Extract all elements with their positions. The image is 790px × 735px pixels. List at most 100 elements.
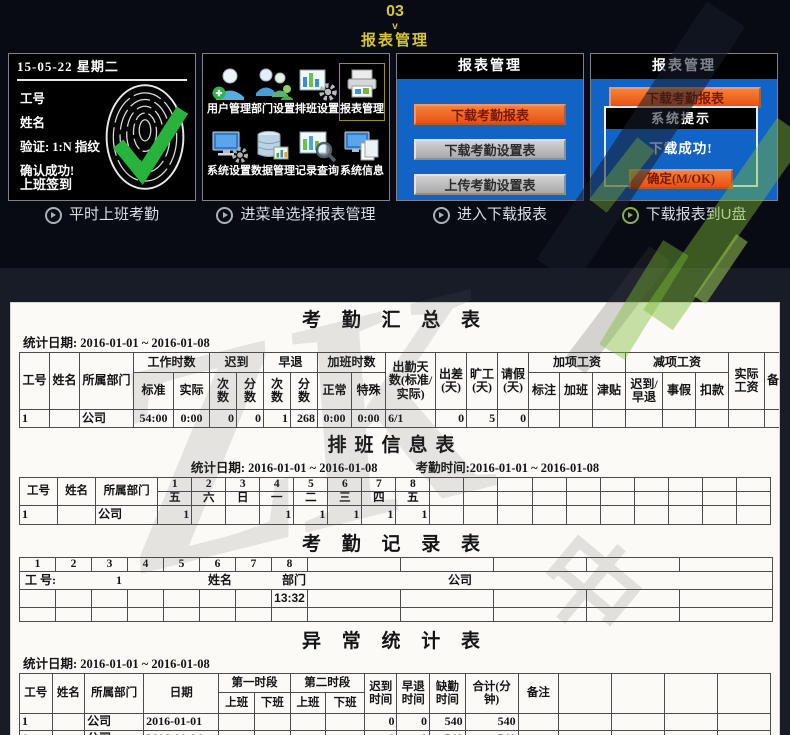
cell — [612, 731, 665, 735]
cell: 1 — [158, 506, 192, 525]
menu-item-user-management[interactable]: 用户管理 — [207, 67, 251, 116]
report-panel: 考 勤 汇 总 表 统计日期: 2016-01-01 ~ 2016-01-08 … — [10, 302, 780, 735]
caption-step-1: 平时上班考勤 — [8, 206, 196, 224]
col-header: 早退 — [264, 353, 318, 373]
records-title: 考 勤 记 录 表 — [19, 533, 771, 557]
device-screens: 15-05-22 星期二 工号 姓名 验证: 1:N 指纹 确认成功! 上班签到 — [0, 51, 790, 201]
cell — [587, 590, 680, 608]
date-bar: 15-05-22 星期二 — [17, 58, 187, 81]
emp-id-label: 工号 — [20, 87, 100, 111]
cell: 7 — [236, 558, 272, 572]
cell — [272, 608, 308, 622]
cell — [200, 590, 236, 608]
cell — [634, 506, 668, 525]
play-circle-icon — [433, 207, 450, 224]
cell — [696, 410, 729, 428]
cell: 6 — [200, 558, 236, 572]
col-header — [736, 478, 770, 492]
col-header: 姓名 — [58, 478, 96, 506]
menu-item-label: 记录查询 — [295, 165, 339, 178]
cell — [401, 608, 494, 622]
col-header — [736, 492, 770, 506]
cell — [326, 731, 365, 735]
caption-label: 下载报表到U盘 — [646, 206, 747, 224]
cell — [56, 590, 92, 608]
menu-item-data-management[interactable]: 数据管理 — [251, 129, 295, 178]
cell — [532, 506, 566, 525]
cell — [464, 506, 498, 525]
menu-item-report-management[interactable]: 报表管理 — [339, 63, 385, 121]
col-header — [717, 674, 770, 714]
download-settings-button[interactable]: 下载考勤设置表 — [414, 139, 566, 160]
system-info-icon — [342, 129, 382, 163]
system-settings-icon — [209, 129, 249, 163]
cell — [58, 506, 96, 525]
col-header — [668, 478, 702, 492]
cell — [729, 410, 765, 428]
cell — [255, 714, 291, 731]
col-header: 8 — [396, 478, 430, 492]
cell: 1 — [294, 506, 328, 525]
cell — [308, 590, 401, 608]
menu-item-system-settings[interactable]: 系统设置 — [207, 129, 251, 178]
cell: 1 — [264, 410, 291, 428]
col-header: 姓名 — [50, 353, 80, 410]
col-header: 日 — [226, 492, 260, 506]
col-header: 迟到/早退 — [626, 373, 663, 410]
col-header: 实际 — [174, 373, 210, 410]
col-header: 7 — [362, 478, 396, 492]
download-report-button[interactable]: 下载考勤报表 — [414, 104, 566, 125]
col-header — [430, 478, 464, 492]
cell — [587, 608, 680, 622]
col-header: 合计(分钟) — [465, 674, 518, 714]
col-header: 标准 — [134, 373, 174, 410]
cell — [192, 506, 226, 525]
col-header — [600, 492, 634, 506]
col-header: 下班 — [255, 693, 291, 714]
menu-item-label: 部门设置 — [251, 103, 295, 116]
col-header — [612, 674, 665, 714]
cell — [226, 506, 260, 525]
summary-table: 工号 姓名 所属部门 工作时数 迟到 早退 加班时数 出勤天数(标准/实际) 出… — [19, 352, 780, 428]
menu-item-system-info[interactable]: 系统信息 — [339, 129, 385, 178]
cell: 1 — [20, 558, 56, 572]
cell: 0:00 — [174, 410, 210, 428]
step-header: 03 v 报表管理 — [0, 0, 790, 51]
menu-item-department-settings[interactable]: 部门设置 — [251, 67, 295, 116]
cell: 1 — [20, 731, 53, 735]
cell — [164, 590, 200, 608]
cell — [494, 558, 587, 572]
table-row: 13:32 — [20, 590, 773, 608]
cell: 3 — [92, 558, 128, 572]
cell — [560, 410, 593, 428]
summary-title: 考 勤 汇 总 表 — [19, 309, 771, 333]
cell: 公司 — [85, 714, 144, 731]
download-report-button[interactable]: 下载考勤报表 — [609, 87, 761, 108]
ok-button[interactable]: 确定(M/OK) — [629, 169, 733, 189]
department-settings-icon — [253, 67, 293, 101]
upload-settings-button[interactable]: 上传考勤设置表 — [414, 174, 566, 195]
col-header — [532, 478, 566, 492]
menu-item-record-query[interactable]: 记录查询 — [295, 129, 339, 178]
schedule-title: 排班信息表 — [19, 434, 771, 458]
menu-item-label: 用户管理 — [207, 103, 251, 116]
cell — [593, 410, 626, 428]
cell — [600, 506, 634, 525]
menu-item-shift-settings[interactable]: 排班设置 — [295, 67, 339, 116]
cell: 540 — [465, 731, 518, 735]
cell: 268 — [291, 410, 318, 428]
col-header: 事假 — [663, 373, 696, 410]
col-header: 正常 — [318, 373, 352, 410]
col-header — [498, 478, 532, 492]
cell: 4 — [128, 558, 164, 572]
menu-item-label: 系统设置 — [207, 165, 251, 178]
abnormal-title: 异 常 统 计 表 — [19, 630, 771, 654]
col-header: 加班 — [560, 373, 593, 410]
cell — [128, 608, 164, 622]
cell — [680, 558, 773, 572]
clock-in-label: 上班签到 — [20, 177, 72, 192]
col-header: 扣款 — [696, 373, 729, 410]
table-row: 工号 姓名 所属部门 日期 第一时段 第二时段 迟到时间 早退时间 缺勤时间 合… — [20, 674, 771, 693]
table-row: 1 2 3 4 5 6 7 8 — [20, 558, 773, 572]
cell — [680, 590, 773, 608]
